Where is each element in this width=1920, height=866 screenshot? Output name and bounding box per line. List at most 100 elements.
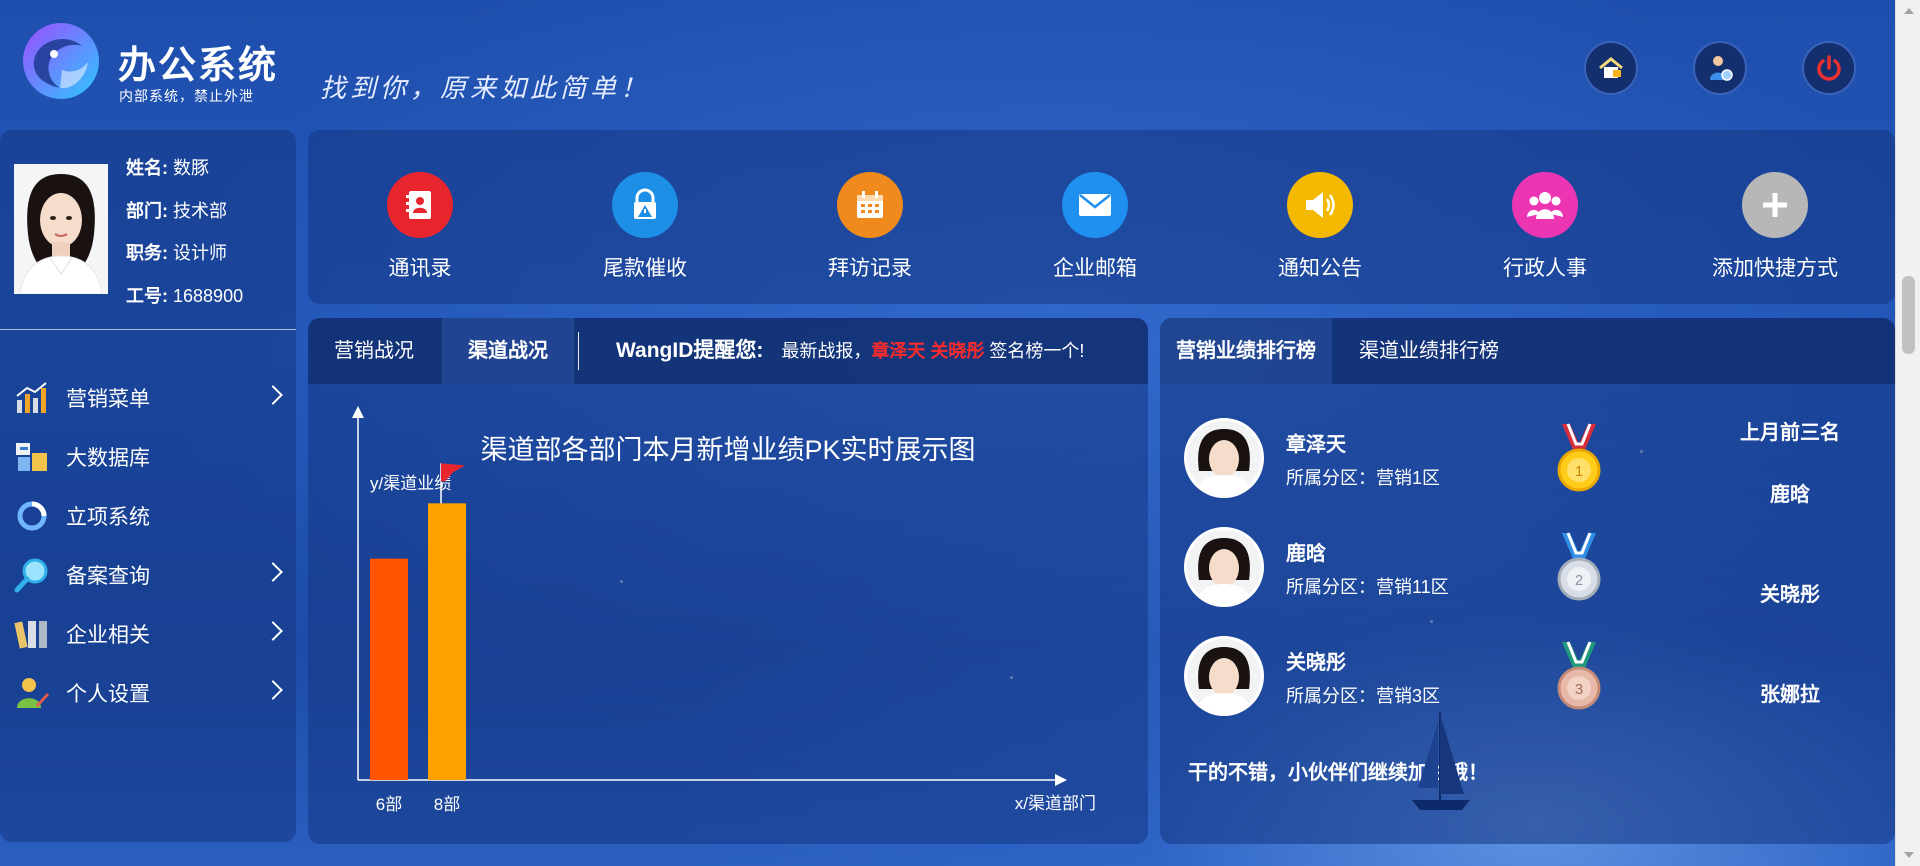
- chart-bars-icon: [16, 382, 47, 413]
- profile-id-value: 1688900: [173, 286, 244, 306]
- top3-name: 关晓彤: [1760, 584, 1820, 606]
- menu-item-label: 个人设置: [66, 683, 150, 706]
- bar-chart: y/渠道业绩 x/渠道部门 6部 8部: [352, 406, 1096, 814]
- quick-action-label: 企业邮箱: [1053, 257, 1137, 280]
- silver-medal-icon: 2: [1557, 532, 1601, 601]
- top3-name: 张娜拉: [1760, 684, 1820, 706]
- profile-id-label: 工号:: [126, 286, 168, 306]
- folders-icon: [14, 621, 47, 649]
- menu-item-marketing[interactable]: 营销菜单: [0, 374, 296, 422]
- menu-item-label: 大数据库: [66, 447, 150, 470]
- sailboat-icon: [1412, 712, 1470, 810]
- menu-item-label: 企业相关: [66, 624, 150, 647]
- menu-item-label: 立项系统: [66, 506, 150, 529]
- quick-action-collection[interactable]: 尾款催收: [565, 172, 725, 282]
- user-edit-icon: [17, 678, 49, 708]
- profile-title-value: 设计师: [173, 243, 228, 263]
- profile-name-value: 数豚: [173, 158, 210, 178]
- svg-text:3: 3: [1575, 681, 1583, 698]
- power-icon: [1817, 55, 1841, 81]
- avatar: [1184, 527, 1264, 607]
- scroll-down-icon[interactable]: [1904, 852, 1914, 858]
- chart-panel: 营销战况 渠道战况 WangID提醒您: 最新战报，章泽天 关晓彤 签名榜一个! …: [308, 318, 1148, 844]
- quick-action-label: 拜访记录: [828, 257, 912, 280]
- app-subtitle: 内部系统，禁止外泄: [119, 88, 254, 104]
- quick-action-label: 通讯录: [388, 257, 452, 280]
- quick-action-label: 通知公告: [1278, 257, 1362, 280]
- tab-marketing-ranking[interactable]: 营销业绩排行榜: [1160, 318, 1332, 384]
- profile-dept-value: 技术部: [173, 201, 228, 221]
- chevron-right-icon: [263, 621, 283, 641]
- app-title: 办公系统: [118, 45, 279, 87]
- ranking-zone: 所属分区：营销1区: [1286, 468, 1441, 488]
- top3-title: 上月前三名: [1740, 422, 1840, 444]
- profile-title-label: 职务:: [126, 243, 168, 263]
- profile-dept: 部门: 技术部: [126, 197, 227, 223]
- page-scrollbar[interactable]: [1895, 0, 1920, 866]
- x-axis-label: x/渠道部门: [1015, 794, 1096, 813]
- quick-action-add-shortcut[interactable]: 添加快捷方式: [1695, 172, 1855, 282]
- ranking-name: 关晓彤: [1286, 652, 1346, 674]
- chart-bar: [370, 558, 408, 780]
- home-icon: [1599, 57, 1623, 78]
- chevron-right-icon: [263, 680, 283, 700]
- ranking-entry[interactable]: 章泽天 所属分区：营销1区 1: [1184, 418, 1644, 500]
- mail-icon: [1062, 172, 1128, 238]
- ranking-entry[interactable]: 鹿晗 所属分区：营销11区 2: [1184, 527, 1644, 609]
- ranking-name: 章泽天: [1286, 434, 1346, 456]
- header: 办公系统 内部系统，禁止外泄 找到你，原来如此简单！: [0, 0, 1895, 128]
- quick-action-label: 尾款催收: [603, 257, 687, 280]
- avatar: [14, 164, 108, 294]
- flag-icon: [441, 463, 465, 482]
- divider: [0, 329, 296, 330]
- quick-action-visits[interactable]: 拜访记录: [790, 172, 950, 282]
- user-settings-icon: [1710, 56, 1733, 81]
- profile-id: 工号: 1688900: [126, 282, 243, 308]
- x-axis-arrow-icon: [1055, 774, 1067, 786]
- home-button[interactable]: [1584, 41, 1638, 95]
- ranking-zone: 所属分区：营销3区: [1286, 686, 1441, 706]
- menu-item-records[interactable]: 备案查询: [0, 551, 296, 599]
- ranking-panel: 营销业绩排行榜 渠道业绩排行榜 章泽天 所属分区：营销1区 1 鹿晗 所属分区：…: [1160, 318, 1895, 844]
- sidebar: 姓名: 数豚 部门: 技术部 职务: 设计师 工号: 1688900 营销菜单 …: [0, 130, 296, 842]
- scroll-up-icon[interactable]: [1904, 8, 1914, 14]
- ranking-zone: 所属分区：营销11区: [1286, 577, 1449, 597]
- top3-name: 鹿晗: [1770, 484, 1810, 506]
- tab-channel-ranking[interactable]: 渠道业绩排行榜: [1343, 318, 1515, 384]
- quick-actions-panel: 通讯录 尾款催收 拜访记录 企业邮箱 通知公告 行政人事 添加快捷方式: [308, 130, 1895, 304]
- bronze-medal-icon: 3: [1557, 641, 1601, 710]
- menu-item-label: 备案查询: [66, 565, 150, 588]
- scrollbar-thumb[interactable]: [1902, 276, 1915, 354]
- quick-action-contacts[interactable]: 通讯录: [340, 172, 500, 282]
- y-axis-arrow-icon: [352, 406, 364, 418]
- quick-action-hr[interactable]: 行政人事: [1465, 172, 1625, 282]
- menu-item-project[interactable]: 立项系统: [0, 492, 296, 540]
- ranking-entry[interactable]: 关晓彤 所属分区：营销3区 3: [1184, 636, 1644, 718]
- profile-name-label: 姓名:: [126, 158, 168, 178]
- chevron-right-icon: [263, 562, 283, 582]
- plus-icon: [1742, 172, 1808, 238]
- ranking-tabbar: 营销业绩排行榜 渠道业绩排行榜: [1160, 318, 1895, 384]
- quick-action-label: 行政人事: [1503, 257, 1587, 280]
- profile-title: 职务: 设计师: [126, 239, 227, 265]
- ranking-name: 鹿晗: [1286, 543, 1326, 565]
- people-icon: [1512, 172, 1578, 238]
- gold-medal-icon: 1: [1557, 423, 1601, 492]
- svg-text:2: 2: [1575, 572, 1583, 589]
- menu-item-label: 营销菜单: [66, 388, 150, 411]
- avatar: [1184, 418, 1264, 498]
- logout-button[interactable]: [1802, 41, 1856, 95]
- database-icon: [16, 443, 47, 471]
- quick-action-label: 添加快捷方式: [1712, 257, 1838, 280]
- speaker-icon: [1287, 172, 1353, 238]
- menu-item-enterprise[interactable]: 企业相关: [0, 610, 296, 658]
- menu-item-database[interactable]: 大数据库: [0, 433, 296, 481]
- logo-icon: [23, 23, 99, 99]
- user-settings-button[interactable]: [1693, 41, 1747, 95]
- quick-action-mail[interactable]: 企业邮箱: [1015, 172, 1175, 282]
- quick-action-notices[interactable]: 通知公告: [1240, 172, 1400, 282]
- svg-text:1: 1: [1575, 463, 1583, 480]
- chart-bar: [428, 503, 466, 780]
- menu-item-personal[interactable]: 个人设置: [0, 669, 296, 717]
- refresh-icon: [17, 501, 47, 531]
